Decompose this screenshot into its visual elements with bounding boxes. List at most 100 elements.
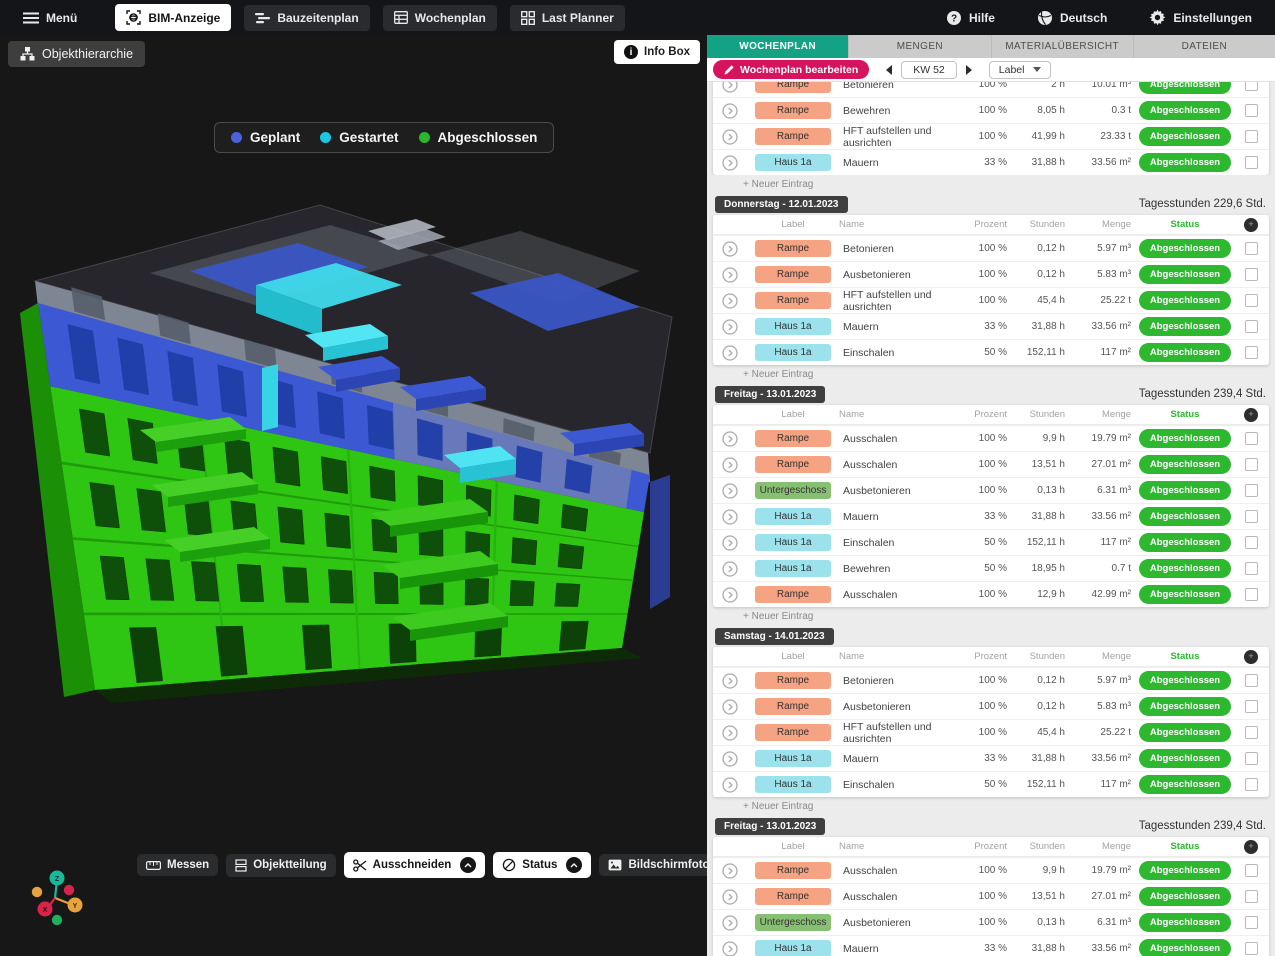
status-badge[interactable]: Abgeschlossen — [1139, 153, 1231, 172]
status-badge[interactable]: Abgeschlossen — [1139, 887, 1231, 906]
edit-weekplan-button[interactable]: Wochenplan bearbeiten — [713, 60, 869, 79]
row-expand-chevron[interactable] — [713, 155, 747, 171]
info-box-button[interactable]: i Info Box — [614, 40, 700, 64]
status-badge[interactable]: Abgeschlossen — [1139, 913, 1231, 932]
status-badge[interactable]: Abgeschlossen — [1139, 861, 1231, 880]
gizmo-y-negative[interactable] — [32, 887, 42, 897]
row-label-chip[interactable]: Rampe — [755, 102, 831, 119]
row-checkbox[interactable] — [1245, 104, 1258, 117]
status-badge[interactable]: Abgeschlossen — [1139, 775, 1231, 794]
tab-wochenplan[interactable]: WOCHENPLAN — [707, 35, 849, 58]
add-entry-icon[interactable]: + — [1244, 650, 1258, 664]
row-expand-chevron[interactable] — [713, 267, 747, 283]
new-entry-button[interactable]: + Neuer Eintrag — [707, 607, 1275, 624]
row-label-chip[interactable]: Haus 1a — [755, 940, 831, 956]
row-label-chip[interactable]: Haus 1a — [755, 344, 831, 361]
status-badge[interactable]: Abgeschlossen — [1139, 291, 1231, 310]
row-checkbox[interactable] — [1245, 484, 1258, 497]
status-badge[interactable]: Abgeschlossen — [1139, 671, 1231, 690]
row-expand-chevron[interactable] — [713, 82, 747, 93]
status-badge[interactable]: Abgeschlossen — [1139, 429, 1231, 448]
row-label-chip[interactable]: Haus 1a — [755, 508, 831, 525]
row-label-chip[interactable]: Rampe — [755, 456, 831, 473]
row-label-chip[interactable]: Rampe — [755, 672, 831, 689]
gizmo-x-negative[interactable] — [64, 885, 74, 895]
row-checkbox[interactable] — [1245, 942, 1258, 955]
nav-bauzeitenplan[interactable]: Bauzeitenplan — [244, 5, 369, 31]
row-label-chip[interactable]: Rampe — [755, 586, 831, 603]
row-expand-chevron[interactable] — [713, 889, 747, 905]
status-badge[interactable]: Abgeschlossen — [1139, 939, 1231, 956]
row-expand-chevron[interactable] — [713, 915, 747, 931]
add-entry-icon[interactable]: + — [1244, 218, 1258, 232]
row-checkbox[interactable] — [1245, 864, 1258, 877]
measure-button[interactable]: Messen — [137, 854, 218, 876]
add-entry-icon[interactable]: + — [1244, 408, 1258, 422]
object-split-button[interactable]: Objektteilung — [226, 854, 335, 877]
row-label-chip[interactable]: Haus 1a — [755, 318, 831, 335]
tab-materialuebersicht[interactable]: MATERIALÜBERSICHT — [992, 35, 1134, 58]
row-label-chip[interactable]: Haus 1a — [755, 534, 831, 551]
row-label-chip[interactable]: Rampe — [755, 698, 831, 715]
row-checkbox[interactable] — [1245, 916, 1258, 929]
row-expand-chevron[interactable] — [713, 457, 747, 473]
nav-wochenplan[interactable]: Wochenplan — [383, 5, 497, 31]
building-model[interactable] — [0, 35, 707, 956]
row-checkbox[interactable] — [1245, 346, 1258, 359]
nav-last-planner[interactable]: Last Planner — [510, 5, 625, 31]
row-checkbox[interactable] — [1245, 536, 1258, 549]
row-checkbox[interactable] — [1245, 156, 1258, 169]
row-expand-chevron[interactable] — [713, 293, 747, 309]
status-mode-button[interactable]: Status — [493, 852, 591, 878]
row-label-chip[interactable]: Rampe — [755, 724, 831, 741]
row-expand-chevron[interactable] — [713, 587, 747, 603]
status-badge[interactable]: Abgeschlossen — [1139, 455, 1231, 474]
status-badge[interactable]: Abgeschlossen — [1139, 343, 1231, 362]
row-expand-chevron[interactable] — [713, 483, 747, 499]
next-week-arrow[interactable] — [966, 65, 972, 75]
row-checkbox[interactable] — [1245, 130, 1258, 143]
status-badge[interactable]: Abgeschlossen — [1139, 82, 1231, 94]
row-label-chip[interactable]: Rampe — [755, 266, 831, 283]
row-label-chip[interactable]: Rampe — [755, 888, 831, 905]
status-badge[interactable]: Abgeschlossen — [1139, 239, 1231, 258]
row-label-chip[interactable]: Haus 1a — [755, 776, 831, 793]
row-label-chip[interactable]: Untergeschoss — [755, 482, 831, 499]
row-checkbox[interactable] — [1245, 242, 1258, 255]
row-expand-chevron[interactable] — [713, 345, 747, 361]
row-checkbox[interactable] — [1245, 890, 1258, 903]
row-expand-chevron[interactable] — [713, 751, 747, 767]
status-badge[interactable]: Abgeschlossen — [1139, 481, 1231, 500]
row-label-chip[interactable]: Rampe — [755, 128, 831, 145]
row-expand-chevron[interactable] — [713, 103, 747, 119]
status-badge[interactable]: Abgeschlossen — [1139, 507, 1231, 526]
new-entry-button[interactable]: + Neuer Eintrag — [707, 365, 1275, 382]
row-checkbox[interactable] — [1245, 752, 1258, 765]
row-expand-chevron[interactable] — [713, 777, 747, 793]
status-dropdown-toggle[interactable] — [566, 857, 582, 873]
row-checkbox[interactable] — [1245, 320, 1258, 333]
new-entry-button[interactable]: + Neuer Eintrag — [707, 797, 1275, 814]
status-badge[interactable]: Abgeschlossen — [1139, 723, 1231, 742]
add-entry-icon[interactable]: + — [1244, 840, 1258, 854]
previous-week-arrow[interactable] — [886, 65, 892, 75]
row-expand-chevron[interactable] — [713, 509, 747, 525]
settings-button[interactable]: Einstellungen — [1138, 3, 1263, 32]
row-label-chip[interactable]: Rampe — [755, 430, 831, 447]
row-expand-chevron[interactable] — [713, 535, 747, 551]
row-expand-chevron[interactable] — [713, 673, 747, 689]
row-label-chip[interactable]: Rampe — [755, 82, 831, 93]
row-label-chip[interactable]: Rampe — [755, 292, 831, 309]
cut-dropdown-toggle[interactable] — [460, 857, 476, 873]
row-label-chip[interactable]: Untergeschoss — [755, 914, 831, 931]
bim-3d-viewer[interactable]: Objekthierarchie i Info Box Geplant Gest… — [0, 35, 707, 956]
tab-dateien[interactable]: DATEIEN — [1134, 35, 1275, 58]
row-expand-chevron[interactable] — [713, 561, 747, 577]
row-expand-chevron[interactable] — [713, 941, 747, 956]
label-filter-dropdown[interactable]: Label — [989, 61, 1052, 79]
row-expand-chevron[interactable] — [713, 699, 747, 715]
row-checkbox[interactable] — [1245, 700, 1258, 713]
help-button[interactable]: ? Hilfe — [935, 4, 1006, 32]
status-badge[interactable]: Abgeschlossen — [1139, 317, 1231, 336]
row-checkbox[interactable] — [1245, 778, 1258, 791]
